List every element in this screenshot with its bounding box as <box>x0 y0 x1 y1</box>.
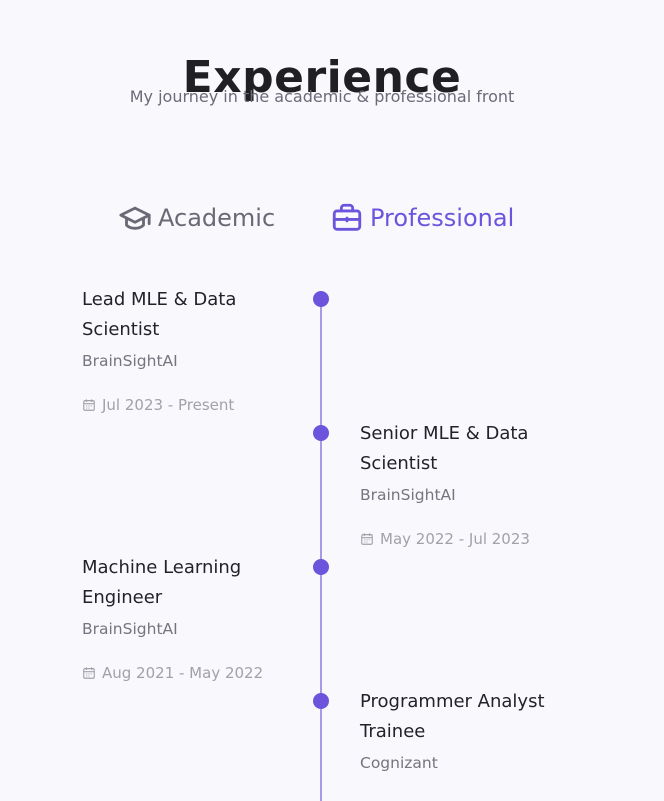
company-name: BrainSightAI <box>82 352 178 370</box>
date-range-text: Aug 2021 - May 2022 <box>102 664 264 682</box>
job-title: Programmer Analyst Trainee <box>360 691 545 742</box>
timeline-dot <box>313 291 329 307</box>
timeline-dot <box>313 693 329 709</box>
job-title: Machine Learning Engineer <box>82 557 242 608</box>
date-range: Jul 2023 - Present <box>82 395 292 415</box>
tab-professional-label: Professional <box>370 204 515 232</box>
tab-academic[interactable]: Academic <box>118 198 275 238</box>
date-range-text: Jul 2023 - Present <box>102 396 235 414</box>
timeline-entry: Senior MLE & Data Scientist BrainSightAI… <box>360 419 570 549</box>
company-name: BrainSightAI <box>82 620 178 638</box>
timeline-dot <box>313 559 329 575</box>
tab-professional[interactable]: Professional <box>330 198 514 238</box>
calendar-icon <box>83 667 95 679</box>
page-subtitle: My journey in the academic & professiona… <box>129 87 515 106</box>
experience-section: Experience My journey in the academic & … <box>0 0 664 801</box>
job-title: Senior MLE & Data Scientist <box>360 423 529 474</box>
company-name: BrainSightAI <box>360 486 456 504</box>
timeline-line <box>320 299 322 801</box>
tab-academic-label: Academic <box>158 204 276 232</box>
calendar-icon <box>361 533 373 545</box>
company-name: Cognizant <box>360 754 438 772</box>
calendar-icon <box>83 399 95 411</box>
timeline-entry: Lead MLE & Data Scientist BrainSightAI J… <box>82 285 292 415</box>
job-title: Lead MLE & Data Scientist <box>82 289 237 340</box>
timeline-dot <box>313 425 329 441</box>
timeline-entry: Programmer Analyst Trainee Cognizant <box>360 687 570 774</box>
graduation-cap-icon <box>119 206 151 230</box>
briefcase-icon <box>332 203 362 231</box>
date-range: Aug 2021 - May 2022 <box>82 663 292 683</box>
date-range: May 2022 - Jul 2023 <box>360 529 570 549</box>
date-range-text: May 2022 - Jul 2023 <box>380 530 530 548</box>
timeline-entry: Machine Learning Engineer BrainSightAI A… <box>82 553 292 683</box>
